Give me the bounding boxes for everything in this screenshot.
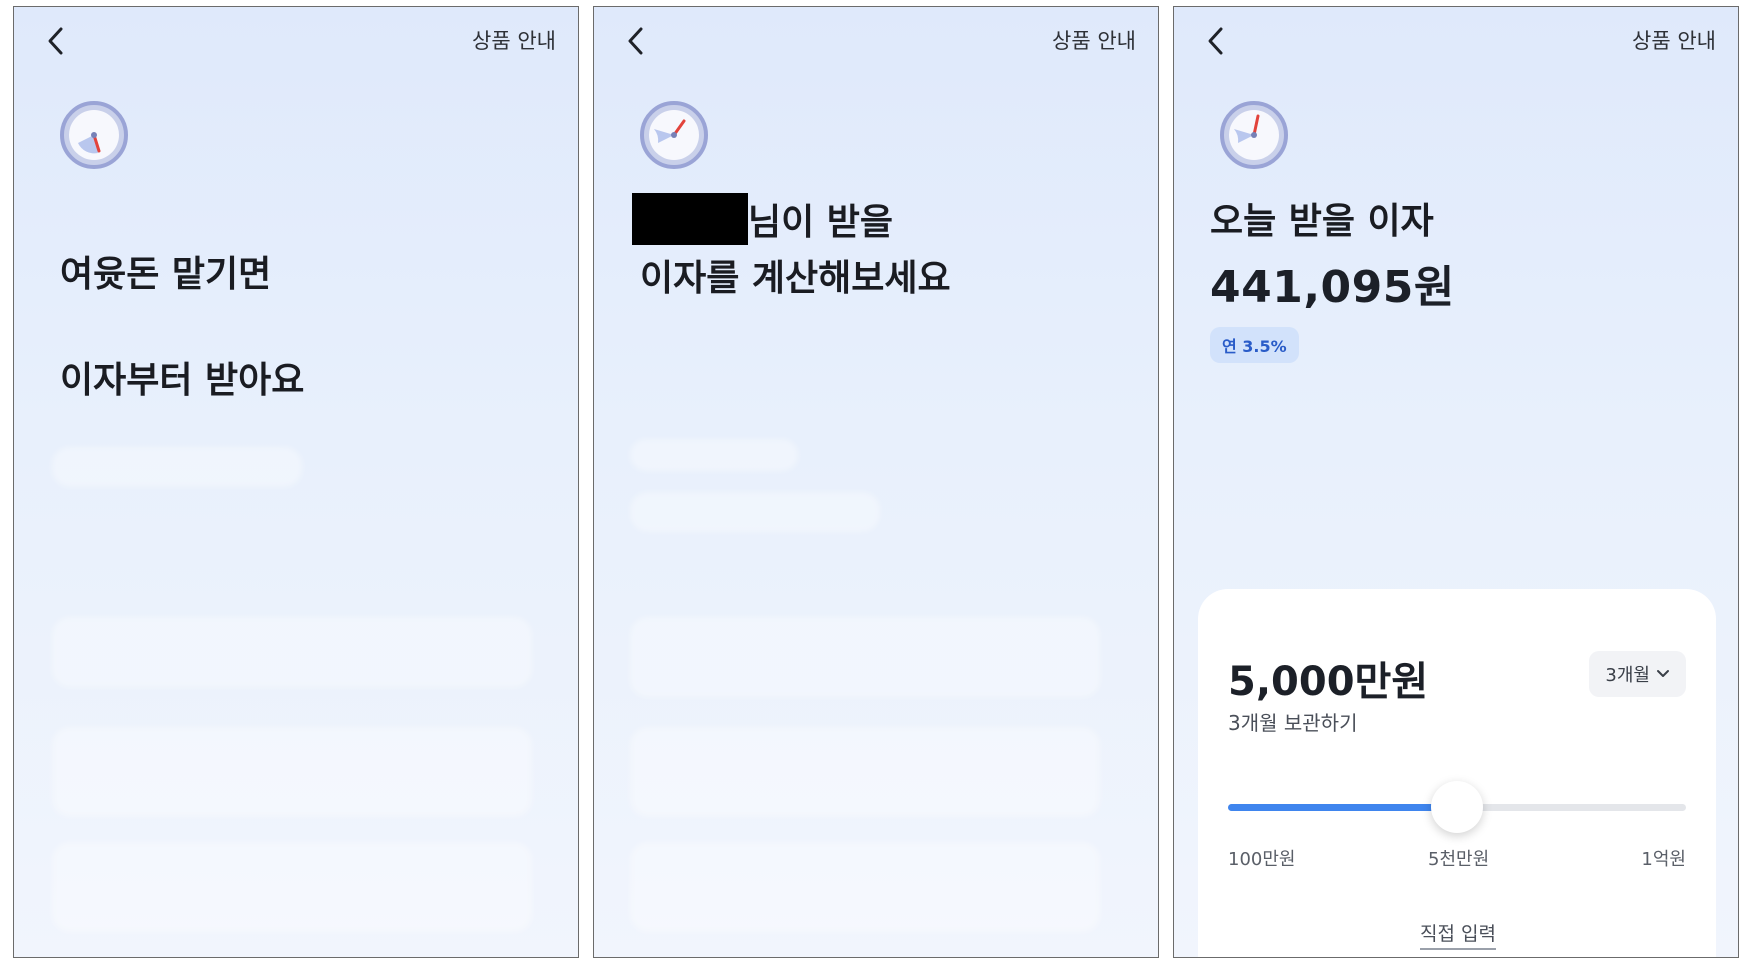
amount-slider-thumb[interactable] bbox=[1431, 781, 1483, 833]
slider-max-label: 1억원 bbox=[1641, 849, 1686, 870]
placeholder-block bbox=[630, 492, 880, 532]
clock-gauge-icon bbox=[60, 101, 128, 169]
rate-badge: 연 3.5% bbox=[1210, 327, 1299, 363]
screen-panel-1: 상품 안내 여윳돈 맡기면 이자부터 받아요 bbox=[13, 6, 579, 958]
placeholder-block bbox=[630, 617, 1100, 697]
back-button[interactable] bbox=[40, 23, 70, 59]
placeholder-block bbox=[630, 842, 1100, 932]
headline: 여윳돈 맡기면 이자부터 받아요 bbox=[60, 195, 304, 460]
period-dropdown[interactable]: 3개월 bbox=[1589, 651, 1686, 697]
product-info-link[interactable]: 상품 안내 bbox=[1052, 25, 1136, 55]
deposit-period-subtitle: 3개월 보관하기 bbox=[1228, 711, 1358, 735]
headline-line-2: 이자를 계산해보세요 bbox=[640, 258, 951, 299]
placeholder-block bbox=[52, 727, 532, 817]
headline-line-1-suffix: 님이 받을 bbox=[748, 202, 894, 243]
clock-gauge-icon bbox=[640, 101, 708, 169]
direct-input-link[interactable]: 직접 입력 bbox=[1420, 919, 1496, 950]
product-info-link[interactable]: 상품 안내 bbox=[472, 25, 556, 55]
interest-calculator-card: 5,000만원 3개월 보관하기 3개월 100만원 5천만원 1억원 직접 입… bbox=[1198, 589, 1716, 957]
back-button[interactable] bbox=[620, 23, 650, 59]
placeholder-block bbox=[630, 439, 798, 471]
headline: 오늘 받을 이자 bbox=[1210, 201, 1434, 242]
placeholder-block bbox=[630, 727, 1100, 817]
chevron-left-icon bbox=[628, 27, 643, 55]
period-value: 3개월 bbox=[1605, 665, 1650, 686]
headline-line-1: 여윳돈 맡기면 bbox=[60, 254, 272, 295]
clock-gauge-icon bbox=[1220, 101, 1288, 169]
amount-slider-fill bbox=[1228, 804, 1457, 811]
redacted-name-block bbox=[632, 193, 748, 245]
chevron-left-icon bbox=[1208, 27, 1223, 55]
slider-mid-label: 5천만원 bbox=[1428, 849, 1490, 870]
headline-line-2: 이자부터 받아요 bbox=[60, 360, 305, 401]
headline-line-1: 님이 받을 bbox=[632, 193, 893, 245]
screen-panel-3: 상품 안내 오늘 받을 이자 441,095원 연 3.5% 5,000만원 3… bbox=[1173, 6, 1739, 958]
placeholder-block bbox=[52, 617, 532, 687]
chevron-left-icon bbox=[48, 27, 63, 55]
screen-panel-2: 상품 안내 님이 받을 이자를 계산해보세요 bbox=[593, 6, 1159, 958]
interest-amount: 441,095원 bbox=[1210, 262, 1455, 313]
placeholder-block bbox=[52, 842, 532, 932]
product-info-link[interactable]: 상품 안내 bbox=[1632, 25, 1716, 55]
deposit-amount: 5,000만원 bbox=[1228, 659, 1429, 705]
back-button[interactable] bbox=[1200, 23, 1230, 59]
chevron-down-icon bbox=[1657, 670, 1669, 677]
placeholder-block bbox=[52, 447, 302, 487]
slider-min-label: 100만원 bbox=[1228, 849, 1296, 870]
